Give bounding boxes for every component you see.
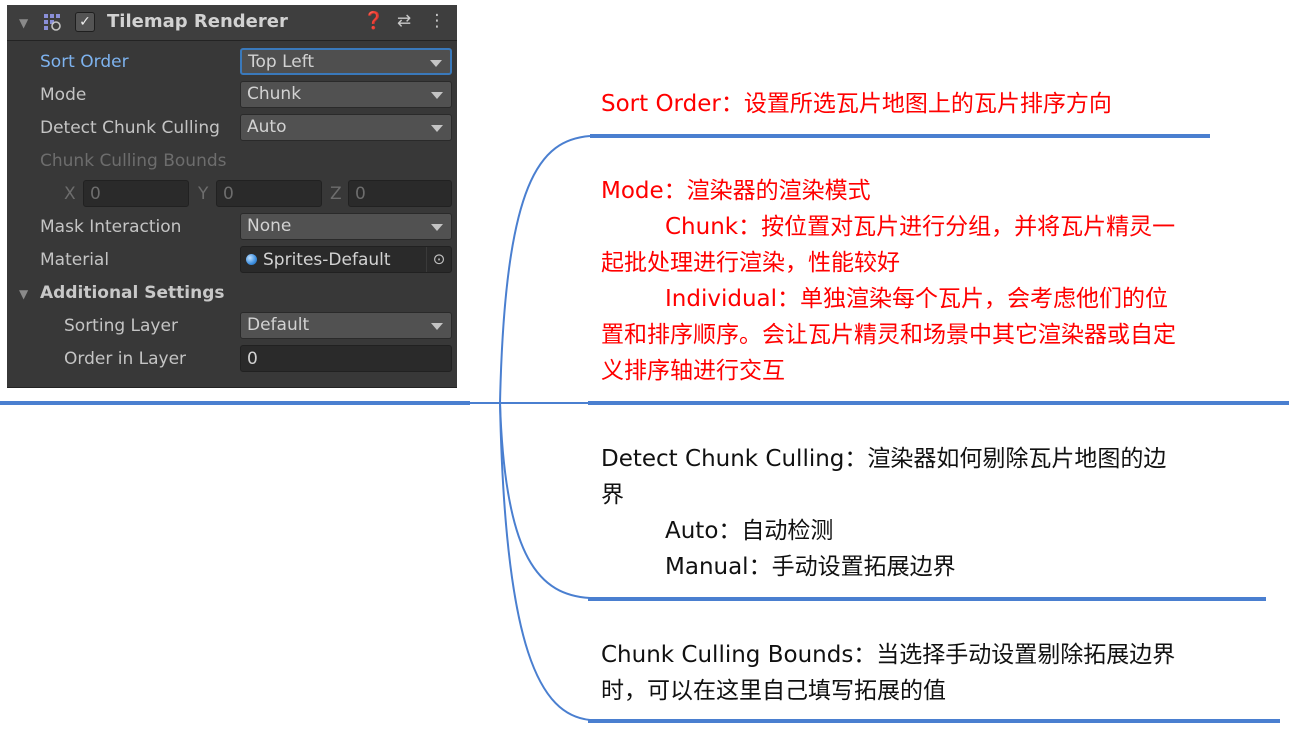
note-mode: Mode：渲染器的渲染模式 Chunk：按位置对瓦片进行分组，并将瓦片精灵一 起… [601,173,1281,389]
note-dcc-auto: Auto：自动检测 [665,518,834,544]
note-dcc-title: Detect Chunk Culling：渲染器如何剔除瓦片地图的边 [601,446,1167,472]
note-ccb-title: Chunk Culling Bounds：当选择手动设置剔除拓展边界 [601,642,1176,668]
connector-chunk-culling-bounds [499,402,591,721]
note-chunk-culling-bounds: Chunk Culling Bounds：当选择手动设置剔除拓展边界 时，可以在… [601,637,1281,709]
note-mode-chunk-cont: 起批处理进行渲染，性能较好 [601,250,900,276]
note-ccb-cont: 时，可以在这里自己填写拓展的值 [601,678,946,704]
note-mode-individual-cont: 置和排序顺序。会让瓦片精灵和场景中其它渲染器或自定 [601,322,1176,348]
connector-sort-order [499,135,591,404]
note-sort-order: Sort Order：设置所选瓦片地图上的瓦片排序方向 [601,86,1281,122]
note-detect-chunk-culling: Detect Chunk Culling：渲染器如何剔除瓦片地图的边 界 Aut… [601,441,1281,585]
note-mode-individual-cont2: 义排序轴进行交互 [601,358,785,384]
note-dcc-manual: Manual：手动设置拓展边界 [665,554,956,580]
note-mode-individual: Individual：单独渲染每个瓦片，会考虑他们的位 [665,286,1169,312]
note-sort-order-line: Sort Order：设置所选瓦片地图上的瓦片排序方向 [601,91,1112,117]
note-dcc-title-cont: 界 [601,482,624,508]
note-mode-chunk: Chunk：按位置对瓦片进行分组，并将瓦片精灵一 [665,214,1176,240]
note-mode-title: Mode：渲染器的渲染模式 [601,178,871,204]
connector-detect-chunk-culling [499,402,591,599]
